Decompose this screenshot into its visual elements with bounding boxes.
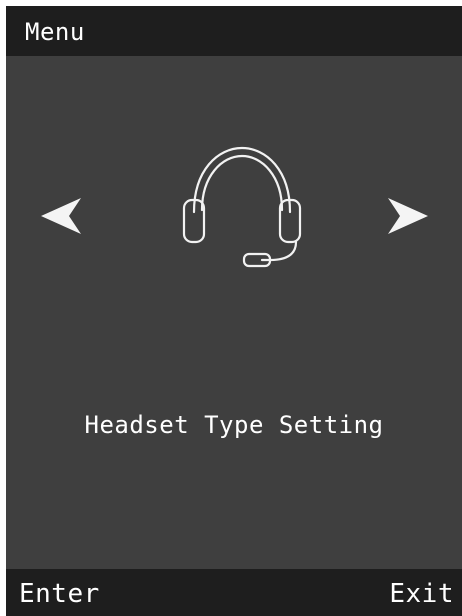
headset-icon <box>172 140 312 270</box>
next-item-button[interactable] <box>383 191 433 241</box>
menu-item-label: Headset Type Setting <box>84 411 384 439</box>
softkey-bar: Enter Exit <box>6 569 462 616</box>
right-arrow-icon <box>388 198 428 234</box>
left-arrow-icon <box>41 198 81 234</box>
page-title: Menu <box>25 18 85 46</box>
phone-screen: Menu Headset Type Setting Enter Exit <box>0 0 462 616</box>
header-bar: Menu <box>6 6 462 56</box>
enter-softkey[interactable]: Enter <box>19 579 100 609</box>
menu-carousel: Headset Type Setting <box>6 56 462 569</box>
previous-item-button[interactable] <box>36 191 86 241</box>
exit-softkey[interactable]: Exit <box>389 579 454 609</box>
